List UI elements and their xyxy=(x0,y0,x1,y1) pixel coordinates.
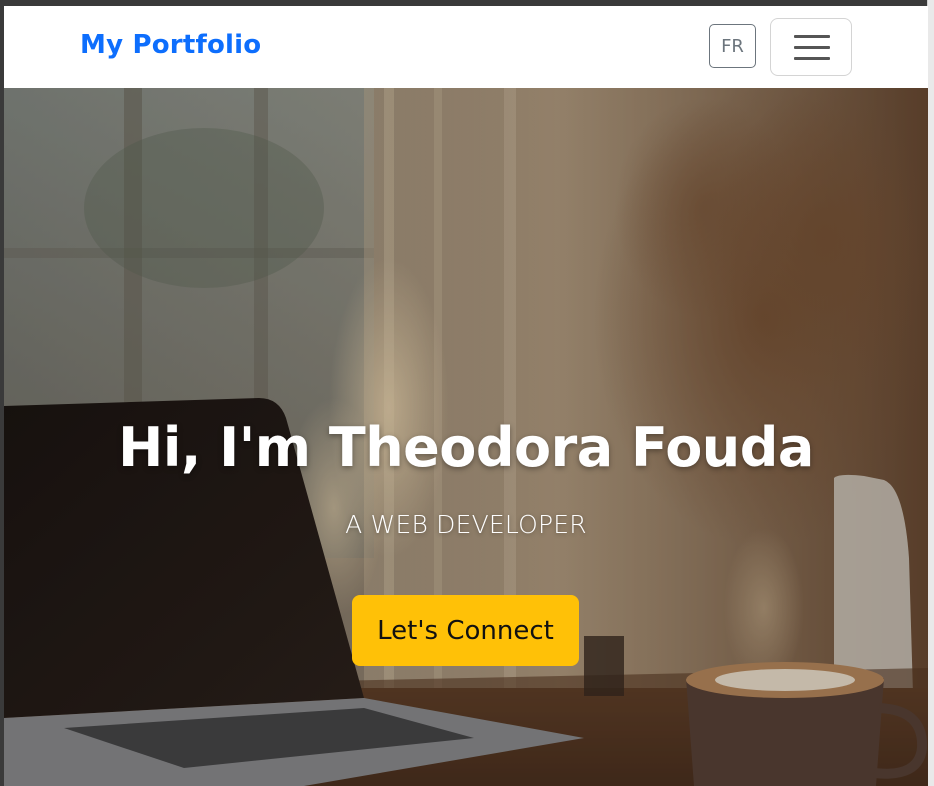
navbar: My Portfolio FR xyxy=(4,6,928,88)
lets-connect-button[interactable]: Let's Connect xyxy=(352,595,579,666)
hero-section: Hi, I'm Theodora Fouda A WEB DEVELOPER L… xyxy=(4,88,928,786)
hero-title: Hi, I'm Theodora Fouda xyxy=(118,416,814,479)
scrollbar-strip[interactable] xyxy=(927,0,934,786)
brand-link[interactable]: My Portfolio xyxy=(80,30,261,60)
page-viewport: My Portfolio FR Hi, I'm Theodora Fouda A… xyxy=(4,6,928,786)
navbar-toggler-button[interactable] xyxy=(770,18,852,76)
language-toggle-button[interactable]: FR xyxy=(709,24,756,68)
hero-subtitle: A WEB DEVELOPER xyxy=(345,510,587,539)
browser-frame: My Portfolio FR Hi, I'm Theodora Fouda A… xyxy=(0,0,934,786)
